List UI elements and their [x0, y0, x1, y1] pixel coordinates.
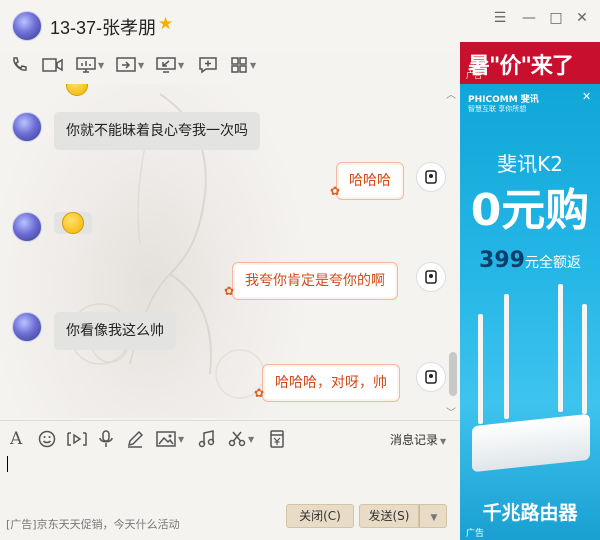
star-icon[interactable]: ★	[158, 14, 173, 34]
chat-window: 13-37-张孝朋 ★ ☰ — □ ✕ ▼ ▼ ▼ ▼ 你就不能昧着良心夸我一次…	[0, 0, 600, 540]
send-options-button[interactable]: ▼	[419, 504, 447, 528]
remote-desktop-icon[interactable]: ▼	[76, 54, 104, 76]
message-bubble-incoming[interactable]: 你就不能昧着良心夸我一次吗	[54, 112, 260, 150]
my-avatar[interactable]	[416, 262, 446, 292]
red-packet-icon[interactable]	[270, 429, 284, 449]
pen-icon[interactable]	[126, 429, 144, 449]
send-file-icon[interactable]: ▼	[116, 54, 144, 76]
ad-promo-text: 元全额返	[524, 255, 581, 271]
contact-avatar[interactable]	[12, 11, 42, 41]
music-icon[interactable]	[198, 429, 216, 449]
sender-avatar[interactable]	[12, 312, 42, 342]
partial-emoji	[66, 84, 88, 96]
scroll-up-arrow[interactable]: ︿	[446, 86, 456, 101]
emoji-icon[interactable]	[38, 429, 56, 449]
sender-avatar[interactable]	[12, 212, 42, 242]
router-antenna	[558, 284, 563, 412]
ad-promo-number: 399	[479, 248, 525, 273]
router-image	[472, 413, 590, 473]
message-bubble-incoming[interactable]: 你看像我这么帅	[54, 312, 176, 350]
message-bubble-outgoing[interactable]: 哈哈哈，对呀，帅	[262, 364, 400, 402]
ad-close-icon[interactable]: ✕	[582, 90, 591, 103]
sender-avatar[interactable]	[12, 112, 42, 142]
footer-ad-link[interactable]: [广告]京东天天促销，今天什么活动	[6, 516, 180, 532]
new-discussion-icon[interactable]	[198, 54, 218, 76]
ad-top-banner-label: 广告	[466, 71, 482, 80]
close-window-button[interactable]: ✕	[574, 10, 590, 26]
message-bubble-outgoing[interactable]: 我夸你肯定是夸你的啊	[232, 262, 398, 300]
router-antenna	[504, 294, 509, 419]
message-list[interactable]: 你就不能昧着良心夸我一次吗 哈哈哈 ✿ 我夸你肯定是夸你的啊 ✿ 你看像我这么帅…	[0, 84, 460, 418]
ad-top-banner-text: 暑"价"来了	[468, 54, 574, 79]
font-icon[interactable]: A	[10, 429, 22, 449]
send-button[interactable]: 发送(S)	[359, 504, 419, 528]
message-bubble-emoji[interactable]	[54, 212, 92, 234]
ad-label: 广告	[466, 529, 485, 539]
microphone-icon[interactable]	[98, 429, 114, 449]
my-avatar[interactable]	[416, 162, 446, 192]
scrollbar-thumb[interactable]	[449, 352, 457, 396]
image-icon[interactable]: ▼	[156, 429, 184, 449]
apps-grid-icon[interactable]: ▼	[230, 54, 256, 76]
flower-deco-icon: ✿	[254, 386, 265, 400]
ad-promo-sub: 399元全额返	[460, 248, 600, 273]
ad-main[interactable]: PHICOMM 斐讯 智慧互联 享你所想 ✕ 斐讯K2 0元购 399元全额返 …	[460, 84, 600, 540]
router-antenna	[582, 304, 587, 414]
scissors-icon[interactable]: ▼	[228, 429, 254, 449]
screen-share-icon[interactable]: ▼	[156, 54, 184, 76]
minimize-button[interactable]: —	[521, 10, 537, 26]
gif-icon[interactable]	[66, 429, 88, 449]
ad-promo: 0元购	[470, 185, 590, 236]
ad-product: 斐讯K2	[497, 152, 563, 176]
close-button[interactable]: 关闭(C)	[286, 504, 354, 528]
text-cursor	[7, 456, 8, 472]
message-input[interactable]	[0, 454, 460, 502]
chat-toolbar: ▼ ▼ ▼ ▼	[0, 50, 460, 80]
ad-slogan: 智慧互联 享你所想	[468, 105, 527, 113]
voice-call-icon[interactable]	[10, 54, 28, 76]
my-avatar[interactable]	[416, 362, 446, 392]
ad-panel[interactable]: 暑"价"来了 广告 PHICOMM 斐讯 智慧互联 享你所想 ✕ 斐讯K2 0元…	[460, 42, 600, 540]
ad-product-title: 千兆路由器	[482, 502, 578, 524]
input-toolbar: A ▼ ▼ 消息记录 ▼	[0, 420, 460, 454]
video-call-icon[interactable]	[42, 54, 64, 76]
message-bubble-outgoing[interactable]: 哈哈哈	[336, 162, 404, 200]
menu-icon[interactable]: ☰	[492, 10, 508, 26]
router-antenna	[478, 314, 483, 424]
message-history-button[interactable]: 消息记录 ▼	[390, 431, 446, 448]
maximize-button[interactable]: □	[548, 10, 564, 26]
window-title[interactable]: 13-37-张孝朋	[50, 14, 156, 40]
scroll-down-arrow[interactable]: ﹀	[446, 404, 456, 419]
ad-top-banner[interactable]: 暑"价"来了 广告	[460, 42, 600, 84]
flower-deco-icon: ✿	[330, 184, 341, 198]
flower-deco-icon: ✿	[224, 284, 235, 298]
grin-emoji-icon	[62, 212, 84, 234]
